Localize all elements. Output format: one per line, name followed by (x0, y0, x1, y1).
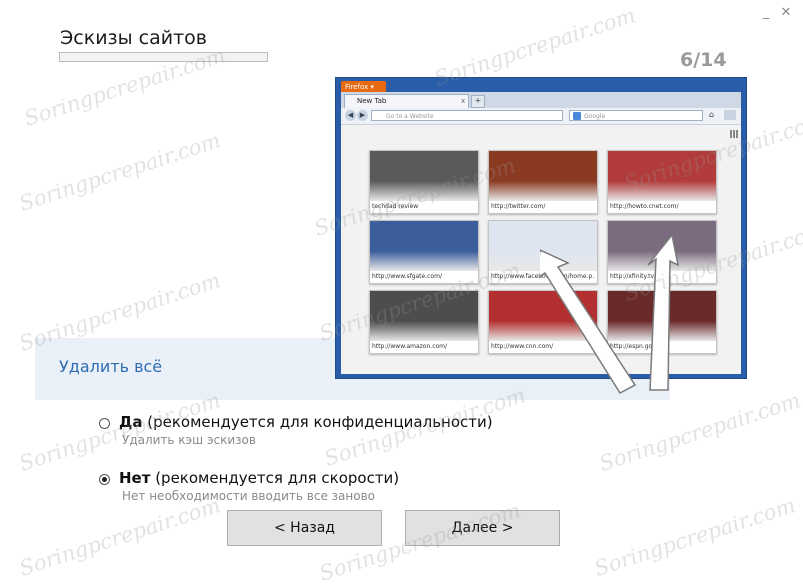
thumbnail-caption: http://twitter.com/ (491, 203, 546, 210)
search-placeholder: Google (584, 113, 606, 120)
watermark-text: Soringpcrepair.com (16, 128, 224, 216)
forward-arrow-icon: ▶ (357, 110, 368, 121)
url-bar: Go to a Website (371, 110, 563, 121)
site-thumbnail: http://twitter.com/ (488, 150, 598, 214)
option-no-label[interactable]: Нет (рекомендуется для скорости) (119, 469, 399, 487)
progress-bar (59, 52, 268, 62)
option-no-suffix: (рекомендуется для скорости) (150, 469, 400, 487)
option-no-title: Нет (119, 469, 151, 487)
watermark-text: Soringpcrepair.com (16, 388, 224, 476)
thumbnail-image (370, 221, 478, 271)
radio-no[interactable] (99, 474, 110, 485)
option-yes-suffix: (рекомендуется для конфиденциальности) (142, 413, 493, 431)
back-arrow-icon: ◀ (345, 110, 356, 121)
site-thumbnail: http://howto.cnet.com/ (607, 150, 717, 214)
page-title: Эскизы сайтов (60, 27, 208, 49)
section-label: Удалить всё (59, 357, 163, 376)
thumbnail-image (370, 291, 478, 341)
tab-label: New Tab (357, 97, 387, 105)
google-icon (573, 112, 581, 120)
watermark-text: Soringpcrepair.com (591, 493, 799, 581)
site-thumbnail: techdad review (369, 150, 479, 214)
radio-yes[interactable] (99, 418, 110, 429)
option-yes-label[interactable]: Да (рекомендуется для конфиденциальности… (119, 413, 493, 431)
thumbnail-image (608, 151, 716, 201)
watermark-text: Soringpcrepair.com (16, 493, 224, 581)
site-thumbnail: http://www.amazon.com/ (369, 290, 479, 354)
browser-tab: New Tab x (344, 94, 469, 108)
browser-tab-strip: New Tab x + (341, 92, 741, 108)
thumbnail-caption: http://howto.cnet.com/ (610, 203, 679, 210)
thumbnail-caption: techdad review (372, 203, 419, 210)
home-icon: ⌂ (709, 110, 715, 119)
step-counter: 6/14 (680, 49, 727, 71)
option-no-subtitle: Нет необходимости вводить все заново (122, 489, 375, 503)
back-button[interactable]: < Назад (227, 510, 382, 546)
close-button[interactable]: ✕ (779, 6, 793, 20)
arrow-left (540, 249, 637, 394)
pointer-arrows (540, 235, 680, 394)
site-thumbnail: http://www.sfgate.com/ (369, 220, 479, 284)
option-yes-subtitle: Удалить кэш эскизов (122, 433, 256, 447)
option-yes-title: Да (119, 413, 143, 431)
search-bar: Google (569, 110, 703, 121)
browser-toolbar: ◀ ▶ Go to a Website Google ⌂ (341, 108, 741, 125)
bookmarks-icon (724, 110, 736, 120)
arrow-right (647, 235, 680, 391)
grid-icon (730, 130, 738, 138)
next-button[interactable]: Далее > (405, 510, 560, 546)
tab-close-icon: x (461, 97, 466, 105)
thumbnail-caption: http://www.sfgate.com/ (372, 273, 442, 280)
minimize-button[interactable]: _ (759, 6, 773, 20)
window-controls: _ ✕ (759, 6, 793, 20)
thumbnail-image (489, 151, 597, 201)
thumbnail-caption: http://www.amazon.com/ (372, 343, 448, 350)
thumbnail-image (370, 151, 478, 201)
new-tab-icon: + (471, 95, 485, 108)
watermark-text: Soringpcrepair.com (596, 388, 803, 476)
